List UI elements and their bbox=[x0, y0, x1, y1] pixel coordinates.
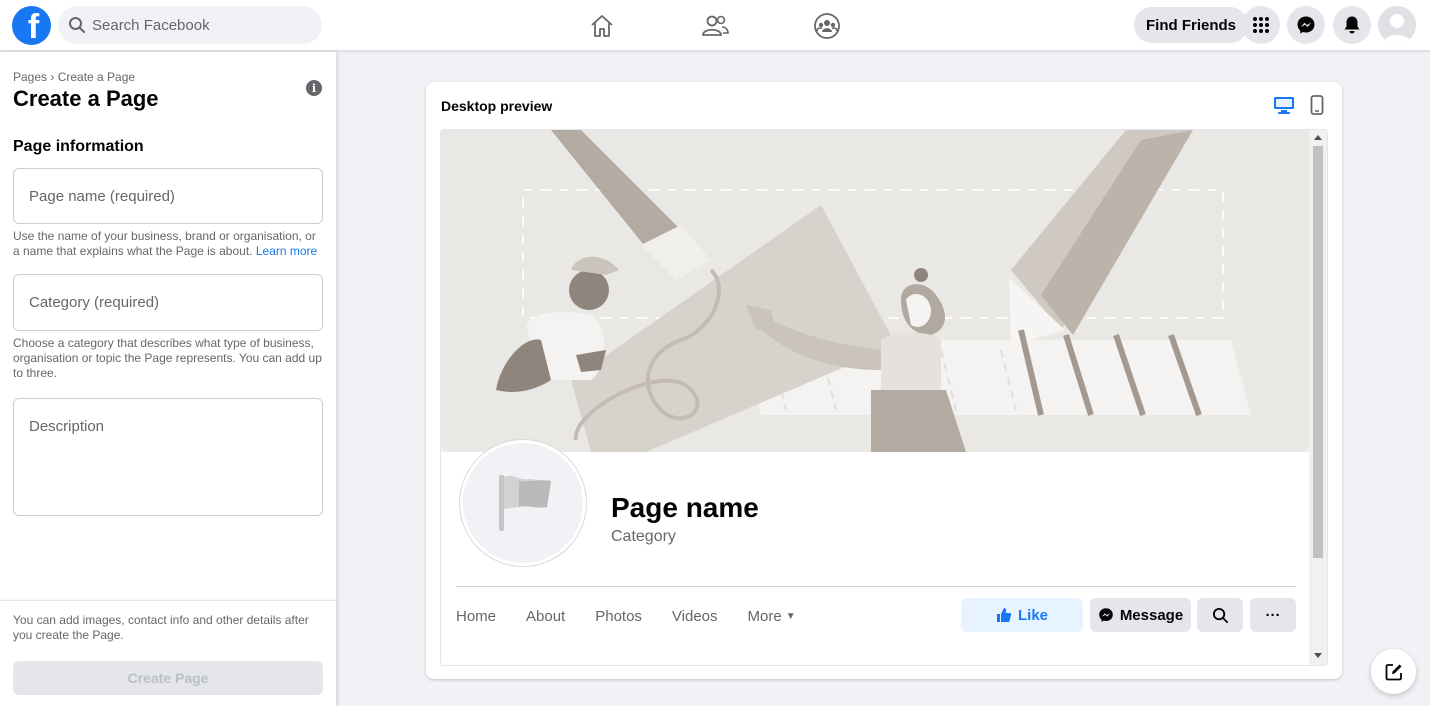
page-name-help: Use the name of your business, brand or … bbox=[13, 229, 325, 259]
page-preview-frame: Page name Category Home About Photos Vid… bbox=[440, 129, 1328, 666]
preview-card: Desktop preview Page name Category Home … bbox=[426, 82, 1342, 679]
messenger-icon[interactable] bbox=[1287, 6, 1325, 44]
message-button[interactable]: Message bbox=[1090, 598, 1191, 632]
page-search-button[interactable] bbox=[1197, 598, 1243, 632]
friends-icon[interactable] bbox=[700, 11, 730, 41]
caret-down-icon: ▼ bbox=[785, 611, 796, 622]
learn-more-link[interactable]: Learn more bbox=[256, 244, 317, 258]
category-preview: Category bbox=[611, 528, 676, 545]
avatar[interactable] bbox=[1378, 6, 1416, 44]
search-input[interactable] bbox=[92, 16, 302, 34]
page-name-preview: Page name bbox=[611, 492, 759, 523]
scroll-up-icon[interactable] bbox=[1314, 135, 1322, 140]
home-icon[interactable] bbox=[587, 11, 617, 41]
scroll-down-icon[interactable] bbox=[1314, 653, 1322, 658]
top-navigation-bar: f Find Friends bbox=[0, 0, 1430, 51]
tab-more[interactable]: More ▼ bbox=[748, 608, 796, 625]
groups-icon[interactable] bbox=[812, 11, 842, 41]
breadcrumb[interactable]: Pages › Create a Page bbox=[13, 70, 135, 84]
menu-grid-icon[interactable] bbox=[1242, 6, 1280, 44]
info-icon[interactable]: i bbox=[306, 80, 322, 96]
page-tabs: Home About Photos Videos More ▼ bbox=[456, 608, 826, 625]
user-avatar-icon bbox=[1378, 6, 1416, 44]
like-label: Like bbox=[1017, 606, 1048, 624]
compose-icon bbox=[1385, 663, 1402, 680]
bell-icon[interactable] bbox=[1333, 6, 1371, 44]
category-field[interactable] bbox=[13, 274, 323, 331]
facebook-logo-icon[interactable]: f bbox=[12, 6, 51, 45]
desktop-icon[interactable] bbox=[1273, 95, 1295, 120]
tab-about[interactable]: About bbox=[526, 608, 565, 625]
profile-picture bbox=[460, 440, 586, 566]
scroll-thumb[interactable] bbox=[1313, 146, 1323, 558]
messenger-icon bbox=[1099, 608, 1113, 622]
description-field[interactable] bbox=[13, 398, 323, 516]
feed-column-left bbox=[456, 658, 799, 665]
tab-videos[interactable]: Videos bbox=[672, 608, 718, 625]
section-title: Page information bbox=[13, 138, 144, 155]
thumbs-up-icon bbox=[996, 608, 1012, 622]
create-page-sidebar: Pages › Create a Page Create a Page i Pa… bbox=[0, 52, 337, 706]
preview-scrollbar[interactable] bbox=[1309, 130, 1327, 665]
feed-column-right bbox=[818, 658, 1296, 665]
cover-photo-illustration bbox=[441, 130, 1309, 452]
search-icon bbox=[69, 17, 85, 33]
category-help: Choose a category that describes what ty… bbox=[13, 336, 322, 380]
sidebar-footer: You can add images, contact info and oth… bbox=[0, 600, 337, 706]
mobile-icon[interactable] bbox=[1310, 95, 1324, 120]
tab-more-label: More bbox=[747, 608, 782, 625]
tab-photos[interactable]: Photos bbox=[595, 608, 642, 625]
more-actions-button[interactable]: ··· bbox=[1250, 598, 1296, 632]
find-friends-button[interactable]: Find Friends bbox=[1134, 7, 1248, 43]
create-page-button[interactable]: Create Page bbox=[13, 661, 323, 695]
message-label: Message bbox=[1119, 606, 1184, 624]
tab-home[interactable]: Home bbox=[456, 608, 496, 625]
divider bbox=[456, 586, 1296, 587]
footer-note: You can add images, contact info and oth… bbox=[13, 613, 309, 642]
page-name-field[interactable] bbox=[13, 168, 323, 224]
like-button[interactable]: Like bbox=[961, 598, 1083, 632]
search-icon bbox=[1212, 607, 1228, 623]
flag-icon bbox=[499, 475, 551, 531]
page-title: Create a Page bbox=[13, 86, 159, 111]
new-message-button[interactable] bbox=[1371, 649, 1416, 694]
search-box[interactable] bbox=[58, 6, 322, 44]
preview-title: Desktop preview bbox=[441, 98, 553, 114]
